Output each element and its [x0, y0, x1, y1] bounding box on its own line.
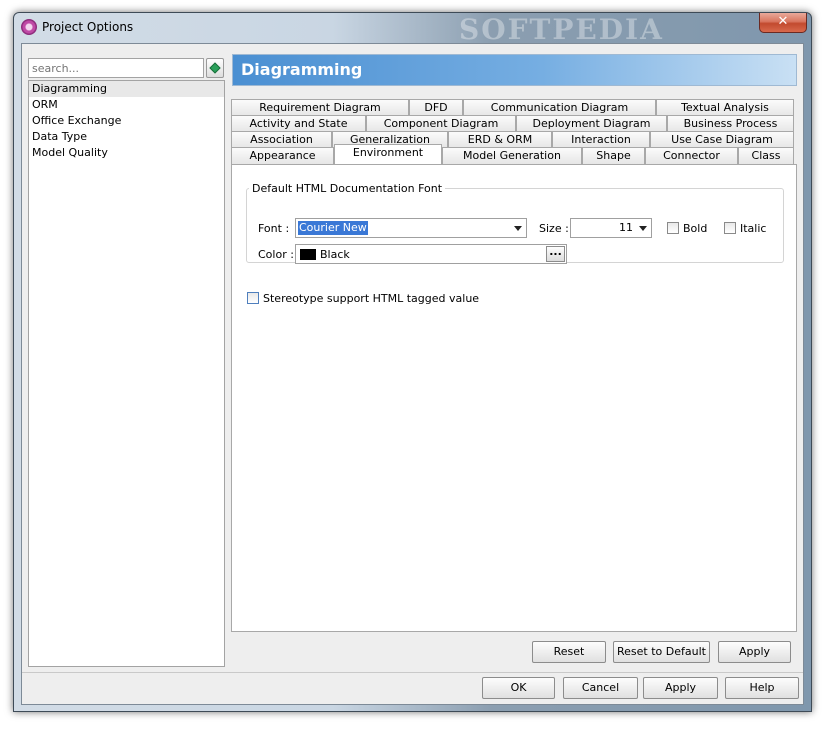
panel-apply-button[interactable]: Apply — [718, 641, 791, 663]
ok-button[interactable]: OK — [482, 677, 555, 699]
tree-item-orm[interactable]: ORM — [29, 97, 224, 113]
tab-component-diagram[interactable]: Component Diagram — [366, 115, 516, 132]
project-options-window: Project Options SOFTPEDIA ✕ Diagramming … — [13, 12, 812, 712]
font-select-value: Courier New — [298, 221, 368, 235]
tree-item-data-type[interactable]: Data Type — [29, 129, 224, 145]
color-value: Black — [320, 248, 350, 261]
apply-button[interactable]: Apply — [643, 677, 718, 699]
chevron-down-icon — [514, 226, 522, 231]
search-go-button[interactable] — [206, 58, 224, 78]
tab-connector[interactable]: Connector — [645, 147, 738, 164]
font-select[interactable]: Courier New — [295, 218, 527, 238]
tree-item-model-quality[interactable]: Model Quality — [29, 145, 224, 161]
window-title: Project Options — [42, 20, 134, 34]
tab-erd-orm[interactable]: ERD & ORM — [448, 131, 552, 148]
tab-row: Requirement Diagram DFD Communication Di… — [231, 99, 796, 116]
tab-model-generation[interactable]: Model Generation — [442, 147, 582, 164]
color-picker-button[interactable]: ... — [546, 246, 565, 262]
divider — [22, 672, 803, 673]
bold-label: Bold — [683, 222, 708, 235]
tab-class[interactable]: Class — [738, 147, 794, 164]
color-field[interactable]: Black ... — [295, 244, 567, 264]
tab-row: Activity and State Component Diagram Dep… — [231, 115, 796, 132]
search-box — [28, 58, 204, 78]
tab-requirement-diagram[interactable]: Requirement Diagram — [231, 99, 409, 116]
stereotype-checkbox[interactable] — [247, 292, 259, 304]
tab-textual-analysis[interactable]: Textual Analysis — [656, 99, 794, 116]
tab-row: Appearance Environment Model Generation … — [231, 144, 796, 164]
tab-environment[interactable]: Environment — [334, 144, 442, 164]
environment-tab-panel: Default HTML Documentation Font Font : C… — [231, 164, 797, 632]
color-label: Color : — [258, 248, 294, 261]
size-select-value: 11 — [619, 221, 633, 234]
stereotype-label: Stereotype support HTML tagged value — [263, 292, 480, 305]
watermark: SOFTPEDIA — [459, 13, 664, 46]
close-button[interactable]: ✕ — [759, 13, 807, 33]
help-button[interactable]: Help — [725, 677, 799, 699]
tab-dfd[interactable]: DFD — [409, 99, 463, 116]
app-logo-icon — [21, 19, 37, 35]
tree-item-diagramming[interactable]: Diagramming — [29, 81, 224, 97]
tab-association[interactable]: Association — [231, 131, 332, 148]
tab-deployment-diagram[interactable]: Deployment Diagram — [516, 115, 667, 132]
size-label: Size : — [539, 222, 569, 235]
tab-row: Association Generalization ERD & ORM Int… — [231, 131, 796, 148]
font-label: Font : — [258, 222, 290, 235]
page-title: Diagramming — [241, 60, 363, 79]
tree-item-office-exchange[interactable]: Office Exchange — [29, 113, 224, 129]
tab-strip: Requirement Diagram DFD Communication Di… — [231, 99, 796, 164]
dialog-body: Diagramming ORM Office Exchange Data Typ… — [21, 43, 804, 705]
tab-communication-diagram[interactable]: Communication Diagram — [463, 99, 656, 116]
tab-activity-and-state[interactable]: Activity and State — [231, 115, 366, 132]
section-header: Diagramming — [232, 54, 797, 86]
reset-button[interactable]: Reset — [532, 641, 606, 663]
tab-interaction[interactable]: Interaction — [552, 131, 650, 148]
title-bar[interactable]: Project Options SOFTPEDIA ✕ — [14, 13, 811, 46]
cancel-button[interactable]: Cancel — [563, 677, 638, 699]
tab-use-case-diagram[interactable]: Use Case Diagram — [650, 131, 794, 148]
font-group-title: Default HTML Documentation Font — [249, 182, 446, 195]
reset-to-default-button[interactable]: Reset to Default — [613, 641, 710, 663]
italic-checkbox[interactable] — [724, 222, 736, 234]
category-tree: Diagramming ORM Office Exchange Data Typ… — [28, 80, 225, 667]
italic-label: Italic — [740, 222, 767, 235]
tab-appearance[interactable]: Appearance — [231, 147, 334, 164]
search-input[interactable] — [29, 59, 203, 77]
color-swatch — [300, 249, 316, 260]
bold-checkbox[interactable] — [667, 222, 679, 234]
chevron-down-icon — [639, 226, 647, 231]
tab-shape[interactable]: Shape — [582, 147, 645, 164]
size-select[interactable]: 11 — [570, 218, 652, 238]
diamond-icon — [209, 62, 221, 74]
tab-business-process[interactable]: Business Process — [667, 115, 794, 132]
